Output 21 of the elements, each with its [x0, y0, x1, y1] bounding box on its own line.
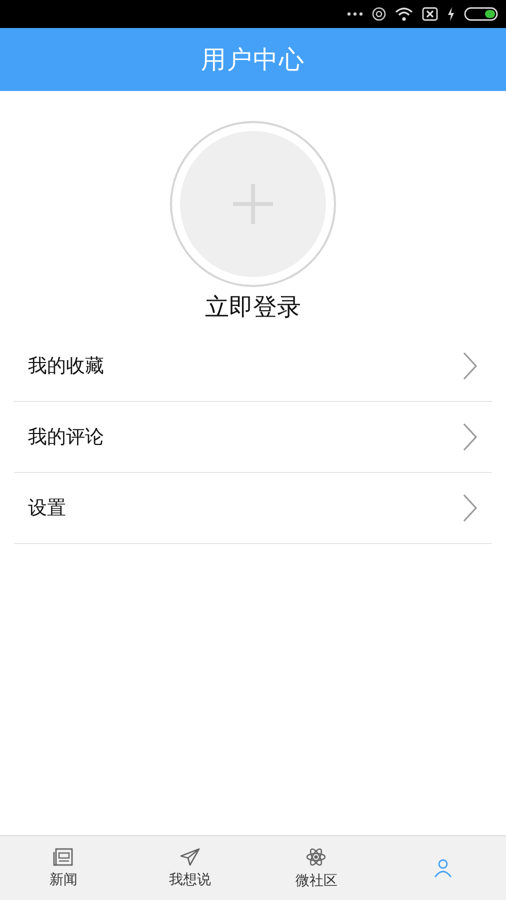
chevron-right-icon — [462, 423, 478, 451]
person-icon — [432, 858, 453, 878]
tab[interactable]: 微社区 — [253, 836, 380, 900]
atom-icon — [306, 846, 326, 866]
menu-item[interactable]: 设置 — [14, 473, 492, 544]
tab[interactable]: 新闻 — [0, 836, 126, 900]
wifi-icon — [395, 7, 413, 21]
no-sim-icon — [422, 7, 438, 21]
tab[interactable]: 我想说 — [126, 836, 253, 900]
page-title: 用户中心 — [201, 44, 305, 76]
menu-item[interactable]: 我的评论 — [14, 402, 492, 473]
login-link[interactable]: 立即登录 — [205, 291, 301, 323]
battery-icon — [464, 7, 498, 21]
more-icon — [347, 11, 363, 17]
menu-item[interactable]: 我的收藏 — [14, 331, 492, 402]
alarm-icon — [372, 7, 386, 21]
charging-icon — [447, 7, 455, 21]
newspaper-icon — [53, 848, 74, 866]
chevron-right-icon — [462, 352, 478, 380]
chevron-right-icon — [462, 494, 478, 522]
paper-plane-icon — [180, 848, 200, 866]
